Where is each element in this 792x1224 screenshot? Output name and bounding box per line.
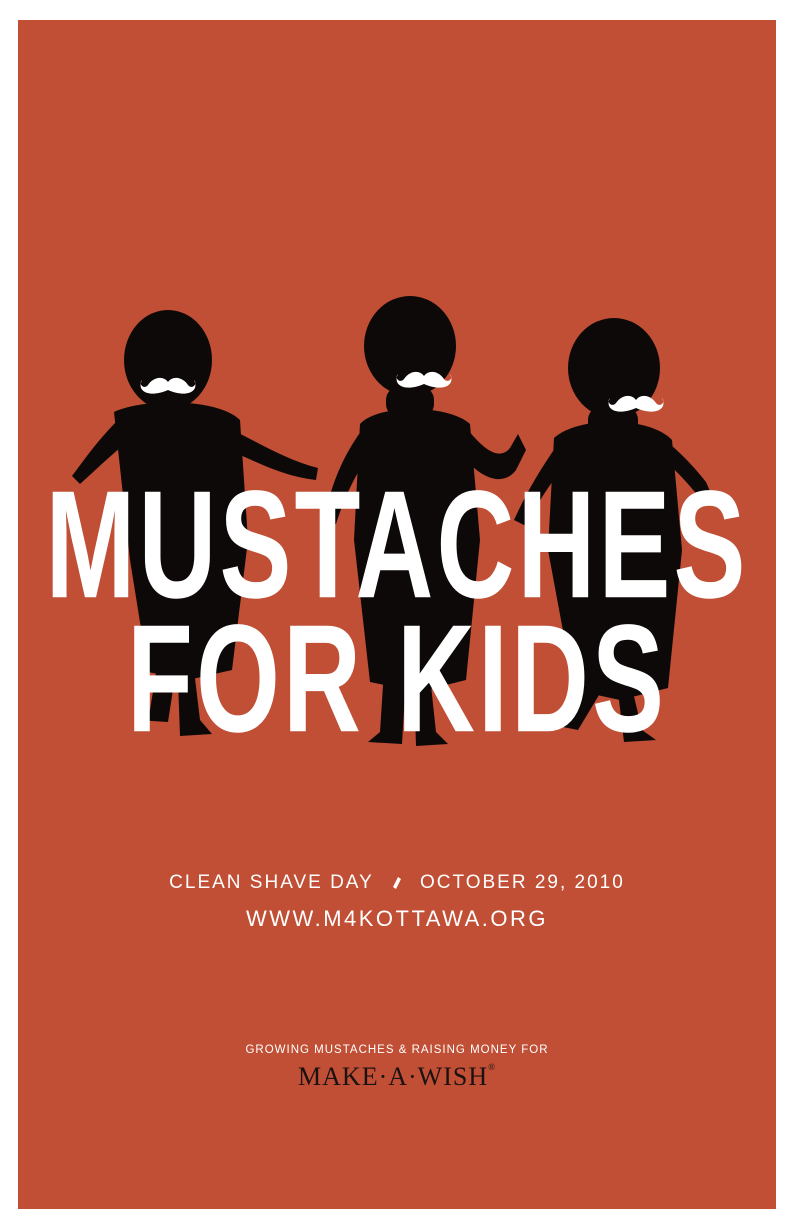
event-name: CLEAN SHAVE DAY	[169, 872, 374, 893]
logo-wordmark: MAKE·A·WISH	[298, 1062, 489, 1091]
poster: MUSTACHES FOR KIDS CLEAN SHAVE DAY OCTOB…	[18, 20, 776, 1209]
headline-for-kids: FOR KIDS	[126, 592, 667, 764]
slash-diamond-icon	[392, 876, 401, 889]
registered-mark: ®	[488, 1062, 496, 1072]
website-link[interactable]: WWW.M4KOTTAWA.ORG	[18, 906, 776, 932]
fundraising-tagline: GROWING MUSTACHES & RAISING MONEY FOR	[245, 1044, 549, 1056]
event-line: CLEAN SHAVE DAY OCTOBER 29, 2010	[18, 872, 776, 894]
event-date: OCTOBER 29, 2010	[419, 872, 625, 893]
make-a-wish-logo: MAKE·A·WISH®	[18, 1062, 776, 1092]
